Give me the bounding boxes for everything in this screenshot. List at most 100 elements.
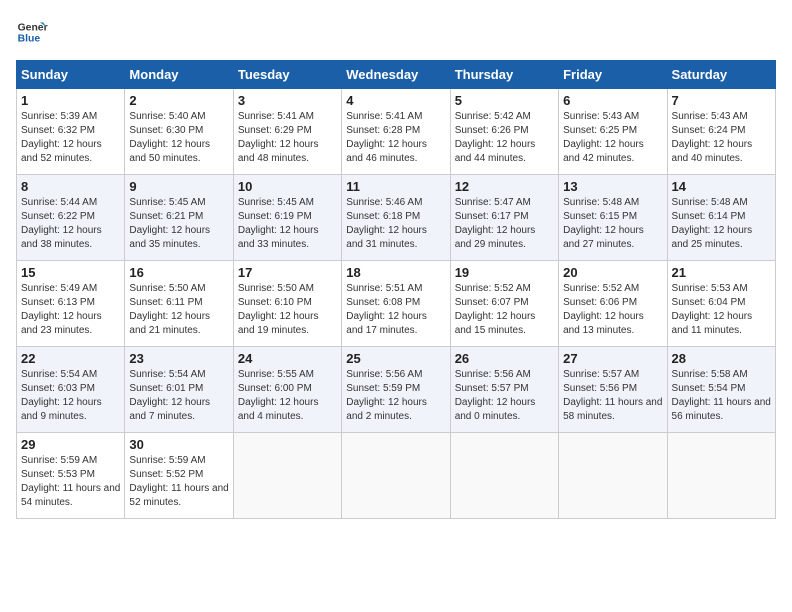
column-header-thursday: Thursday [450, 61, 558, 89]
calendar-cell: 24 Sunrise: 5:55 AMSunset: 6:00 PMDaylig… [233, 347, 341, 433]
calendar-cell [667, 433, 775, 519]
calendar-cell: 10 Sunrise: 5:45 AMSunset: 6:19 PMDaylig… [233, 175, 341, 261]
column-header-sunday: Sunday [17, 61, 125, 89]
calendar-week-row: 15 Sunrise: 5:49 AMSunset: 6:13 PMDaylig… [17, 261, 776, 347]
day-number: 5 [455, 93, 554, 108]
day-number: 16 [129, 265, 228, 280]
day-number: 6 [563, 93, 662, 108]
column-header-saturday: Saturday [667, 61, 775, 89]
calendar-cell: 25 Sunrise: 5:56 AMSunset: 5:59 PMDaylig… [342, 347, 450, 433]
calendar-cell: 6 Sunrise: 5:43 AMSunset: 6:25 PMDayligh… [559, 89, 667, 175]
day-detail: Sunrise: 5:52 AMSunset: 6:06 PMDaylight:… [563, 283, 644, 336]
day-number: 23 [129, 351, 228, 366]
day-detail: Sunrise: 5:42 AMSunset: 6:26 PMDaylight:… [455, 111, 536, 164]
day-number: 22 [21, 351, 120, 366]
calendar-cell: 26 Sunrise: 5:56 AMSunset: 5:57 PMDaylig… [450, 347, 558, 433]
day-detail: Sunrise: 5:54 AMSunset: 6:03 PMDaylight:… [21, 369, 102, 422]
day-number: 13 [563, 179, 662, 194]
calendar-cell: 23 Sunrise: 5:54 AMSunset: 6:01 PMDaylig… [125, 347, 233, 433]
day-number: 25 [346, 351, 445, 366]
calendar-cell [342, 433, 450, 519]
day-detail: Sunrise: 5:50 AMSunset: 6:11 PMDaylight:… [129, 283, 210, 336]
day-number: 3 [238, 93, 337, 108]
day-detail: Sunrise: 5:40 AMSunset: 6:30 PMDaylight:… [129, 111, 210, 164]
day-detail: Sunrise: 5:39 AMSunset: 6:32 PMDaylight:… [21, 111, 102, 164]
calendar-cell [559, 433, 667, 519]
column-header-friday: Friday [559, 61, 667, 89]
day-number: 29 [21, 437, 120, 452]
calendar-cell: 4 Sunrise: 5:41 AMSunset: 6:28 PMDayligh… [342, 89, 450, 175]
calendar-cell: 9 Sunrise: 5:45 AMSunset: 6:21 PMDayligh… [125, 175, 233, 261]
calendar-cell: 8 Sunrise: 5:44 AMSunset: 6:22 PMDayligh… [17, 175, 125, 261]
column-header-tuesday: Tuesday [233, 61, 341, 89]
calendar-cell: 17 Sunrise: 5:50 AMSunset: 6:10 PMDaylig… [233, 261, 341, 347]
day-detail: Sunrise: 5:45 AMSunset: 6:19 PMDaylight:… [238, 197, 319, 250]
calendar-table: SundayMondayTuesdayWednesdayThursdayFrid… [16, 60, 776, 519]
day-number: 12 [455, 179, 554, 194]
calendar-cell: 29 Sunrise: 5:59 AMSunset: 5:53 PMDaylig… [17, 433, 125, 519]
calendar-cell: 14 Sunrise: 5:48 AMSunset: 6:14 PMDaylig… [667, 175, 775, 261]
day-detail: Sunrise: 5:53 AMSunset: 6:04 PMDaylight:… [672, 283, 753, 336]
day-detail: Sunrise: 5:51 AMSunset: 6:08 PMDaylight:… [346, 283, 427, 336]
day-number: 7 [672, 93, 771, 108]
day-detail: Sunrise: 5:47 AMSunset: 6:17 PMDaylight:… [455, 197, 536, 250]
logo: General Blue [16, 16, 52, 48]
day-detail: Sunrise: 5:56 AMSunset: 5:57 PMDaylight:… [455, 369, 536, 422]
calendar-week-row: 29 Sunrise: 5:59 AMSunset: 5:53 PMDaylig… [17, 433, 776, 519]
calendar-cell: 5 Sunrise: 5:42 AMSunset: 6:26 PMDayligh… [450, 89, 558, 175]
day-number: 30 [129, 437, 228, 452]
calendar-cell: 15 Sunrise: 5:49 AMSunset: 6:13 PMDaylig… [17, 261, 125, 347]
logo-icon: General Blue [16, 16, 48, 48]
calendar-cell: 19 Sunrise: 5:52 AMSunset: 6:07 PMDaylig… [450, 261, 558, 347]
column-header-wednesday: Wednesday [342, 61, 450, 89]
day-number: 27 [563, 351, 662, 366]
day-number: 20 [563, 265, 662, 280]
day-number: 1 [21, 93, 120, 108]
day-detail: Sunrise: 5:59 AMSunset: 5:53 PMDaylight:… [21, 455, 120, 508]
calendar-cell: 13 Sunrise: 5:48 AMSunset: 6:15 PMDaylig… [559, 175, 667, 261]
day-number: 18 [346, 265, 445, 280]
calendar-week-row: 1 Sunrise: 5:39 AMSunset: 6:32 PMDayligh… [17, 89, 776, 175]
page-header: General Blue [16, 16, 776, 48]
day-number: 17 [238, 265, 337, 280]
calendar-cell: 16 Sunrise: 5:50 AMSunset: 6:11 PMDaylig… [125, 261, 233, 347]
calendar-cell: 11 Sunrise: 5:46 AMSunset: 6:18 PMDaylig… [342, 175, 450, 261]
calendar-cell: 7 Sunrise: 5:43 AMSunset: 6:24 PMDayligh… [667, 89, 775, 175]
calendar-cell: 28 Sunrise: 5:58 AMSunset: 5:54 PMDaylig… [667, 347, 775, 433]
day-detail: Sunrise: 5:49 AMSunset: 6:13 PMDaylight:… [21, 283, 102, 336]
day-number: 9 [129, 179, 228, 194]
day-detail: Sunrise: 5:50 AMSunset: 6:10 PMDaylight:… [238, 283, 319, 336]
day-detail: Sunrise: 5:43 AMSunset: 6:25 PMDaylight:… [563, 111, 644, 164]
day-detail: Sunrise: 5:58 AMSunset: 5:54 PMDaylight:… [672, 369, 771, 422]
day-number: 24 [238, 351, 337, 366]
calendar-cell: 18 Sunrise: 5:51 AMSunset: 6:08 PMDaylig… [342, 261, 450, 347]
day-number: 2 [129, 93, 228, 108]
calendar-cell: 20 Sunrise: 5:52 AMSunset: 6:06 PMDaylig… [559, 261, 667, 347]
day-number: 26 [455, 351, 554, 366]
day-number: 21 [672, 265, 771, 280]
calendar-cell: 3 Sunrise: 5:41 AMSunset: 6:29 PMDayligh… [233, 89, 341, 175]
calendar-header-row: SundayMondayTuesdayWednesdayThursdayFrid… [17, 61, 776, 89]
day-number: 14 [672, 179, 771, 194]
day-detail: Sunrise: 5:54 AMSunset: 6:01 PMDaylight:… [129, 369, 210, 422]
calendar-week-row: 8 Sunrise: 5:44 AMSunset: 6:22 PMDayligh… [17, 175, 776, 261]
day-number: 8 [21, 179, 120, 194]
day-detail: Sunrise: 5:44 AMSunset: 6:22 PMDaylight:… [21, 197, 102, 250]
calendar-cell: 27 Sunrise: 5:57 AMSunset: 5:56 PMDaylig… [559, 347, 667, 433]
day-detail: Sunrise: 5:45 AMSunset: 6:21 PMDaylight:… [129, 197, 210, 250]
day-detail: Sunrise: 5:48 AMSunset: 6:14 PMDaylight:… [672, 197, 753, 250]
day-detail: Sunrise: 5:43 AMSunset: 6:24 PMDaylight:… [672, 111, 753, 164]
day-detail: Sunrise: 5:59 AMSunset: 5:52 PMDaylight:… [129, 455, 228, 508]
day-number: 19 [455, 265, 554, 280]
day-detail: Sunrise: 5:52 AMSunset: 6:07 PMDaylight:… [455, 283, 536, 336]
day-detail: Sunrise: 5:41 AMSunset: 6:29 PMDaylight:… [238, 111, 319, 164]
column-header-monday: Monday [125, 61, 233, 89]
calendar-week-row: 22 Sunrise: 5:54 AMSunset: 6:03 PMDaylig… [17, 347, 776, 433]
day-number: 28 [672, 351, 771, 366]
day-number: 4 [346, 93, 445, 108]
day-detail: Sunrise: 5:55 AMSunset: 6:00 PMDaylight:… [238, 369, 319, 422]
calendar-cell: 12 Sunrise: 5:47 AMSunset: 6:17 PMDaylig… [450, 175, 558, 261]
day-detail: Sunrise: 5:57 AMSunset: 5:56 PMDaylight:… [563, 369, 662, 422]
day-detail: Sunrise: 5:56 AMSunset: 5:59 PMDaylight:… [346, 369, 427, 422]
svg-text:Blue: Blue [18, 34, 41, 45]
